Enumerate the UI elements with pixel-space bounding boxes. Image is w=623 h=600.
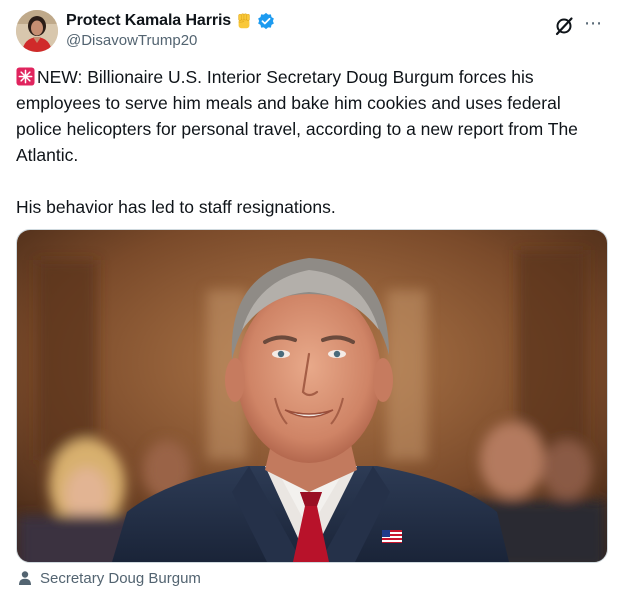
photo-of-man-in-suit [17, 230, 607, 562]
author-display-name[interactable]: Protect Kamala Harris [66, 12, 231, 30]
author-handle[interactable]: @DisavowTrump20 [66, 32, 197, 49]
tweet-paragraph-1: NEW: Billionaire U.S. Interior Secretary… [16, 64, 611, 168]
verified-badge-icon[interactable] [257, 12, 275, 30]
tweet-paragraph-2: His behavior has led to staff resignatio… [16, 197, 336, 217]
more-options-icon[interactable]: ⋯ [584, 13, 603, 33]
rotating-light-emoji-icon [16, 67, 35, 86]
avatar[interactable] [16, 10, 58, 52]
grok-icon[interactable] [553, 15, 575, 37]
tweet-photo[interactable] [16, 229, 608, 563]
tweet-card: Protect Kamala Harris @DisavowTrump20 ⋯ … [0, 0, 623, 600]
author-name-row: Protect Kamala Harris [66, 11, 275, 31]
person-icon [19, 571, 31, 585]
avatar-image [16, 10, 58, 52]
tweet-text: NEW: Billionaire U.S. Interior Secretary… [16, 64, 611, 220]
photo-caption: Secretary Doug Burgum [17, 568, 201, 588]
tweet-paragraph-1-text: NEW: Billionaire U.S. Interior Secretary… [16, 67, 578, 165]
raised-fist-emoji-icon [238, 13, 250, 29]
photo-caption-text: Secretary Doug Burgum [40, 569, 201, 587]
